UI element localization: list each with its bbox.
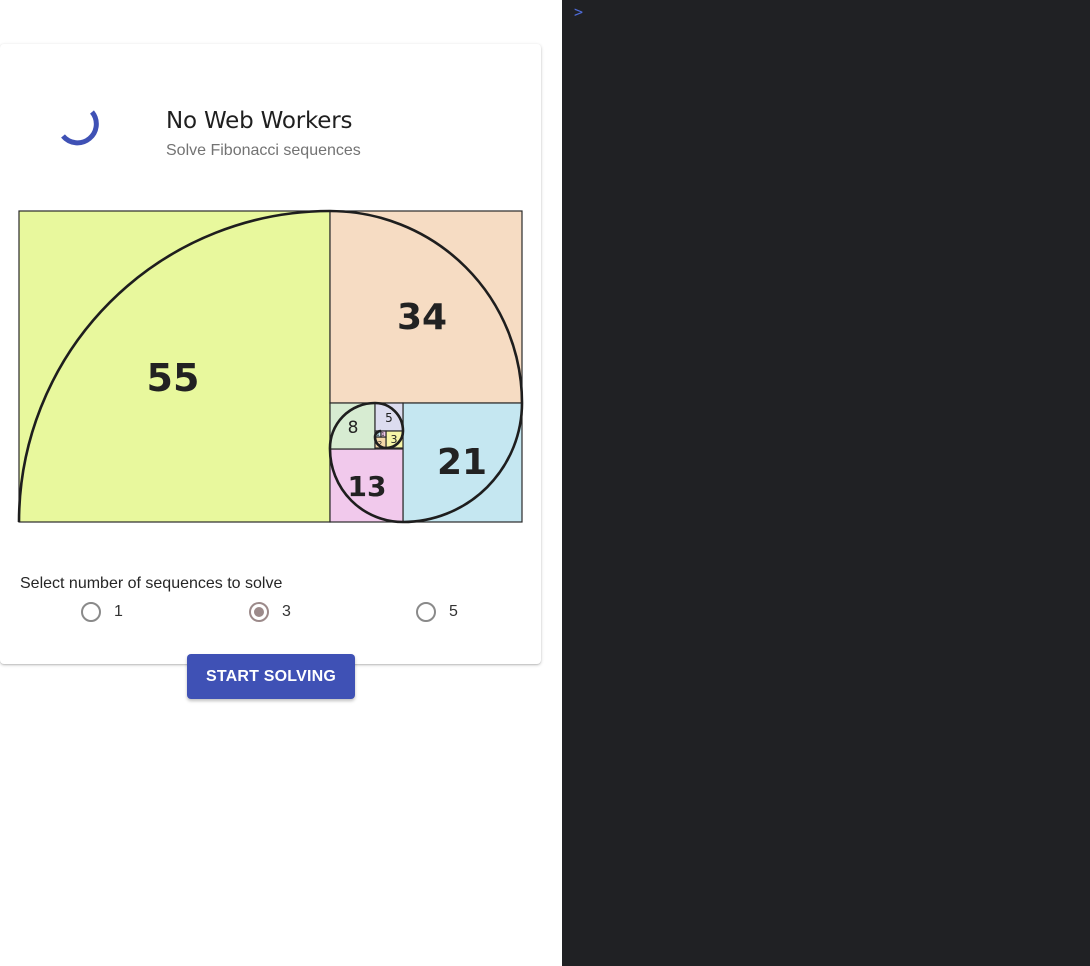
label-2: 2 xyxy=(378,440,382,448)
radio-option-3[interactable]: 3 xyxy=(249,599,291,625)
fibonacci-card: No Web Workers Solve Fibonacci sequences… xyxy=(0,44,541,699)
app-viewport: No Web Workers Solve Fibonacci sequences… xyxy=(0,0,562,966)
sequence-count-label: Select number of sequences to solve xyxy=(20,575,283,592)
start-solving-button[interactable]: START SOLVING xyxy=(187,654,355,699)
label-13: 13 xyxy=(348,470,387,503)
fibonacci-spiral-image: 55 34 21 13 8 5 3 2 1 1 xyxy=(17,209,524,524)
radio-button[interactable] xyxy=(416,602,436,622)
radio-option-label: 5 xyxy=(449,603,458,620)
devtools-console[interactable]: > xyxy=(562,0,1090,966)
card-subtitle: Solve Fibonacci sequences xyxy=(166,142,361,159)
label-55: 55 xyxy=(147,356,200,400)
label-3: 3 xyxy=(391,433,398,446)
label-1a: 1 xyxy=(376,432,379,438)
radio-option-label: 1 xyxy=(114,603,123,620)
label-1b: 1 xyxy=(381,432,384,438)
console-prompt-icon[interactable]: > xyxy=(574,3,583,21)
label-5: 5 xyxy=(385,411,393,425)
radio-button-selected[interactable] xyxy=(249,602,269,622)
label-34: 34 xyxy=(397,297,447,338)
radio-button[interactable] xyxy=(81,602,101,622)
radio-option-5[interactable]: 5 xyxy=(416,599,458,625)
label-21: 21 xyxy=(437,442,487,483)
radio-option-label: 3 xyxy=(282,603,291,620)
radio-option-1[interactable]: 1 xyxy=(81,599,123,625)
loading-spinner xyxy=(61,110,99,146)
card-title: No Web Workers xyxy=(166,108,353,134)
label-8: 8 xyxy=(348,418,359,438)
